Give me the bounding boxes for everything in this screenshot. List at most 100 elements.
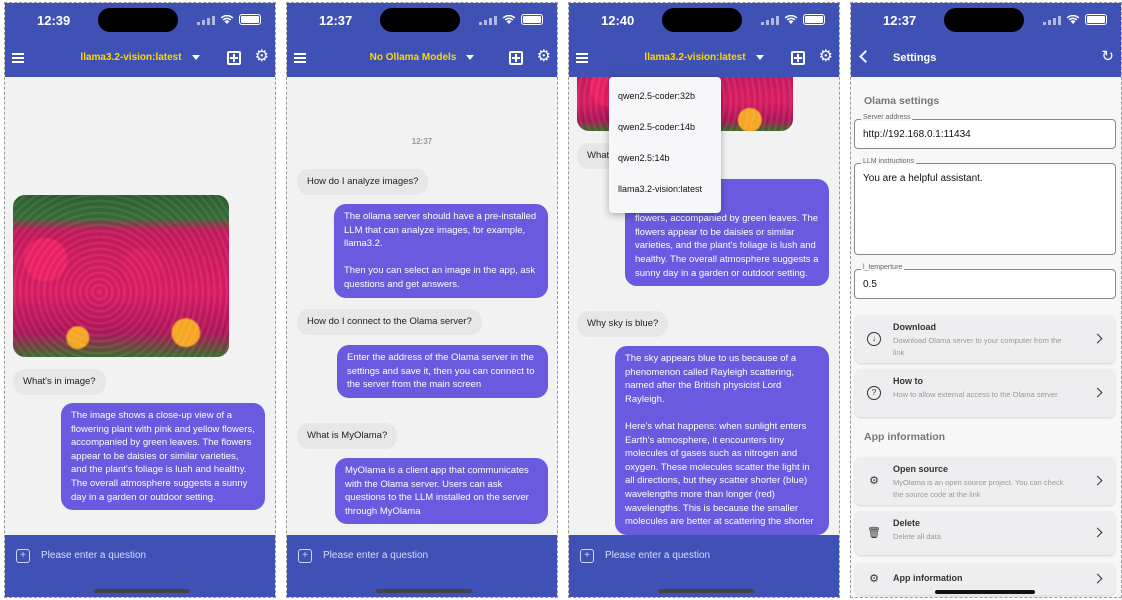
question-input[interactable]: Please enter a question (41, 550, 146, 561)
question-input[interactable]: Please enter a question (323, 550, 428, 561)
chat-area[interactable]: What's in image? The image shows a close… (5, 77, 275, 537)
dynamic-island (98, 8, 178, 32)
battery-icon (239, 14, 261, 25)
open-source-card[interactable]: ⚙ Open source MyOlama is an open source … (855, 457, 1115, 505)
caret-down-icon (191, 54, 200, 60)
signal-icon (479, 15, 497, 25)
section-title-olama: Olama settings (864, 95, 940, 107)
llm-instructions-field[interactable]: LLM instructions You are a helpful assis… (854, 158, 1116, 255)
home-indicator (94, 589, 190, 593)
download-card[interactable]: ↓ Download Download Olama server to your… (855, 315, 1115, 363)
card-subtitle: Download Olama server to your computer f… (893, 336, 1062, 357)
field-label: l_temperture (861, 264, 905, 271)
status-time: 12:37 (883, 13, 917, 28)
model-name: llama3.2-vision:latest (80, 52, 182, 63)
add-image-icon[interactable]: + (298, 549, 312, 563)
how-to-card[interactable]: ? How to How to allow external access to… (855, 369, 1115, 417)
battery-icon (1085, 14, 1107, 25)
dynamic-island (380, 8, 460, 32)
dropdown-item[interactable]: qwen2.5-coder:14b (609, 112, 721, 143)
dropdown-item[interactable]: llama3.2-vision:latest (609, 174, 721, 205)
temperature-field[interactable]: l_temperture 0.5 (854, 264, 1116, 299)
card-title: Open source (893, 464, 949, 474)
dropdown-item[interactable]: qwen2.5-coder:32b (609, 81, 721, 112)
field-label: Server address (861, 114, 913, 121)
dropdown-item[interactable]: qwen2.5:14b (609, 143, 721, 174)
field-label: LLM instructions (861, 158, 916, 165)
field-value: You are a helpful assistant. (863, 173, 983, 184)
app-bar: No Ollama Models ⚙ (287, 41, 557, 77)
wifi-icon (784, 14, 798, 24)
card-subtitle: How to allow external access to the Olam… (893, 390, 1058, 399)
wifi-icon (502, 14, 516, 24)
home-indicator (658, 589, 754, 593)
status-time: 12:39 (37, 13, 71, 28)
assistant-message: The sky appears blue to us because of a … (615, 346, 829, 535)
user-message: Why sky is blue? (577, 311, 669, 337)
model-name: llama3.2-vision:latest (644, 52, 746, 63)
signal-icon (761, 15, 779, 25)
attached-image[interactable] (13, 195, 229, 357)
user-message: How do I analyze images? (297, 169, 429, 195)
user-message: What's in image? (13, 369, 106, 395)
field-value: 0.5 (863, 279, 877, 290)
card-title: How to (893, 376, 923, 386)
card-title: App information (893, 573, 963, 583)
status-icons (761, 14, 825, 25)
card-title: Delete (893, 518, 921, 528)
back-icon[interactable] (859, 50, 872, 63)
card-subtitle: MyOlama is an open source project. You c… (893, 478, 1064, 499)
add-image-icon[interactable]: + (580, 549, 594, 563)
chevron-right-icon (1092, 475, 1103, 486)
card-title: Download (893, 322, 936, 332)
server-address-field[interactable]: Server address http://192.168.0.1:11434 (854, 114, 1116, 149)
dynamic-island (662, 8, 742, 32)
battery-icon (803, 14, 825, 25)
status-time: 12:40 (601, 13, 635, 28)
wifi-icon (220, 14, 234, 24)
assistant-message: The image shows a close-up view of a flo… (61, 403, 265, 511)
settings-content: Olama settings Server address http://192… (851, 77, 1121, 597)
gear-icon[interactable]: ⚙ (255, 49, 269, 65)
signal-icon (1043, 15, 1061, 25)
app-bar: llama3.2-vision:latest ⚙ (569, 41, 839, 77)
help-icon: ? (867, 386, 881, 400)
section-title-app: App information (864, 431, 946, 443)
chevron-right-icon (1092, 387, 1103, 398)
new-chat-icon[interactable] (791, 51, 805, 65)
assistant-message: Enter the address of the Olama server in… (337, 345, 548, 398)
gear-icon[interactable]: ⚙ (819, 49, 833, 65)
chevron-right-icon (1092, 527, 1103, 538)
page-title: Settings (893, 52, 937, 64)
chevron-right-icon (1092, 573, 1103, 584)
settings-icon: ⚙ (869, 573, 879, 585)
home-indicator (376, 589, 472, 593)
chat-timestamp: 12:37 (411, 137, 433, 146)
app-bar: llama3.2-vision:latest ⚙ (5, 41, 275, 77)
phone-screen-chat-help: 12:37 No Ollama Models ⚙ 12:37 How do I … (286, 2, 558, 598)
field-value: http://192.168.0.1:11434 (863, 129, 971, 140)
card-subtitle: Delete all data (893, 532, 941, 541)
status-icons (197, 14, 261, 25)
new-chat-icon[interactable] (509, 51, 523, 65)
caret-down-icon (466, 54, 475, 60)
input-bar: + Please enter a question (5, 535, 275, 597)
battery-icon (521, 14, 543, 25)
app-bar: Settings ↻ (851, 41, 1121, 77)
gear-icon[interactable]: ⚙ (537, 49, 551, 65)
delete-card[interactable]: 🗑 Delete Delete all data (855, 511, 1115, 555)
home-indicator (935, 590, 1035, 594)
input-bar: + Please enter a question (569, 535, 839, 597)
dynamic-island (944, 8, 1024, 32)
model-dropdown-menu: qwen2.5-coder:32b qwen2.5-coder:14b qwen… (609, 77, 721, 213)
phone-screen-settings: 12:37 Settings ↻ Olama settings Server a… (850, 2, 1122, 598)
add-image-icon[interactable]: + (16, 549, 30, 563)
chevron-right-icon (1092, 333, 1103, 344)
status-bar: 12:39 (5, 3, 275, 41)
input-bar: + Please enter a question (287, 535, 557, 597)
refresh-icon[interactable]: ↻ (1101, 49, 1114, 64)
phone-screen-chat-image: 12:39 llama3.2-vision:latest ⚙ What's in… (4, 2, 276, 598)
question-input[interactable]: Please enter a question (605, 550, 710, 561)
chat-area[interactable]: 12:37 How do I analyze images? The ollam… (287, 77, 557, 537)
new-chat-icon[interactable] (227, 51, 241, 65)
